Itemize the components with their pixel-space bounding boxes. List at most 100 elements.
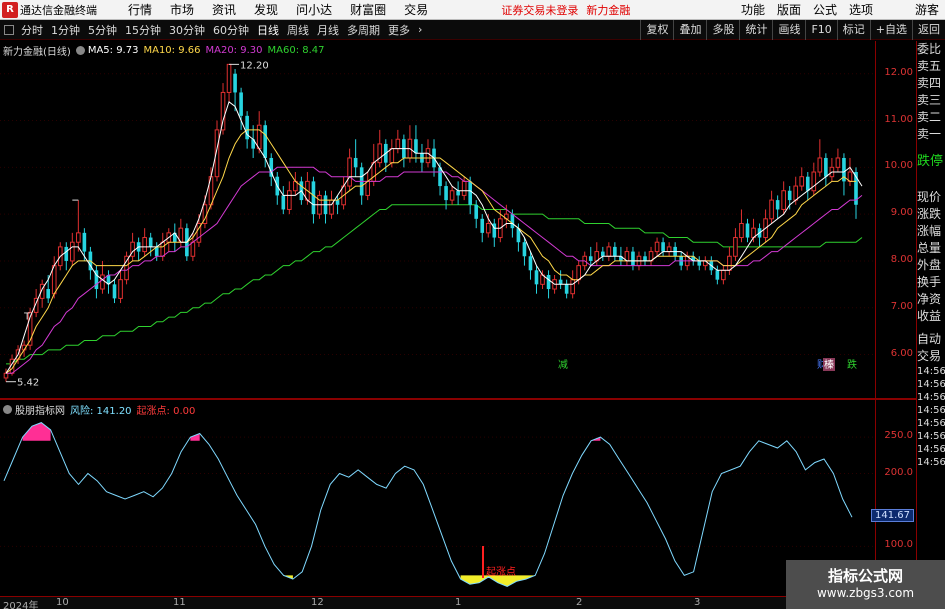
candle-body — [817, 157, 823, 173]
period-intraday[interactable]: 分时 — [17, 22, 47, 38]
menu-ask-assistant[interactable]: 问小达 — [287, 1, 341, 18]
candle — [721, 265, 726, 285]
limit-down-status: 跌停 — [917, 154, 944, 169]
ma60-value: MA60: 8.47 — [267, 45, 325, 56]
candle-body — [256, 124, 262, 150]
period-1min[interactable]: 1分钟 — [47, 22, 84, 38]
stock-name: 新力金融(日线) — [3, 47, 71, 58]
candle — [407, 125, 413, 163]
menu-news[interactable]: 资讯 — [203, 1, 245, 18]
candle — [136, 237, 141, 261]
candle-body — [142, 237, 147, 253]
candle-body — [576, 265, 582, 281]
broker-name[interactable]: 新力金融 — [582, 2, 634, 18]
candle-body — [606, 246, 612, 257]
menu-formula[interactable]: 公式 — [807, 1, 843, 18]
candlestick-chart[interactable]: 12.20 5.42 T 减财榛跌 新力金融(日线) MA5: 9.73 MA10: … — [0, 41, 875, 398]
candle — [76, 200, 81, 252]
period-15min[interactable]: 15分钟 — [121, 22, 165, 38]
period-daily[interactable]: 日线 — [253, 22, 283, 38]
period-weekly[interactable]: 周线 — [283, 22, 313, 38]
menu-guest[interactable]: 游客 — [909, 1, 945, 18]
mark-button[interactable]: 标记 — [836, 20, 870, 40]
quote-panel: 委比 卖五 卖四 卖三 卖二 卖一 跌停 现价 涨跌 涨幅 总量 外盘 换手 净… — [916, 41, 945, 609]
back-button[interactable]: 返回 — [912, 20, 945, 40]
main-grid — [0, 73, 875, 356]
trade-label[interactable]: 交易 — [917, 348, 945, 365]
candle-body — [811, 171, 817, 192]
order-ratio-label: 委比 — [917, 42, 942, 56]
menu-wealth-circle[interactable]: 财富圈 — [341, 1, 395, 18]
candle-body — [239, 92, 243, 116]
menu-discover[interactable]: 发现 — [245, 1, 287, 18]
ask4-label: 卖四 — [917, 76, 942, 90]
statistics-button[interactable]: 统计 — [739, 20, 772, 40]
candle-body — [468, 181, 472, 205]
menu-trade[interactable]: 交易 — [395, 1, 437, 18]
candle-body — [835, 157, 841, 168]
indicator-chart[interactable]: 起涨点 股朋指标网 风险: 141.20 起涨点: 0.00 — [0, 400, 875, 596]
period-60min[interactable]: 60分钟 — [209, 22, 253, 38]
candle-body — [601, 251, 605, 257]
candle-body — [51, 265, 57, 295]
menu-layout[interactable]: 版面 — [771, 1, 807, 18]
indicator-svg[interactable]: 起涨点 — [0, 400, 875, 596]
period-30min[interactable]: 30分钟 — [165, 22, 209, 38]
candle — [64, 242, 69, 271]
menu-options[interactable]: 选项 — [843, 1, 879, 18]
date-axis: 2024年 10 11 12 1 2 3 — [0, 596, 916, 609]
candles-group — [3, 63, 858, 382]
candle-body — [3, 372, 9, 379]
period-monthly[interactable]: 月线 — [313, 22, 343, 38]
price-tick-label: 12.00 — [884, 66, 913, 78]
toolbar-toggle-icon[interactable] — [4, 24, 14, 35]
candlestick-svg[interactable]: 12.205.42T减 财榛跌 — [0, 41, 875, 398]
candle-body — [70, 241, 75, 262]
candle — [449, 186, 455, 205]
overlay-button[interactable]: 叠加 — [673, 20, 706, 40]
candle — [166, 228, 172, 252]
period-5min[interactable]: 5分钟 — [84, 22, 121, 38]
menu-quotes[interactable]: 行情 — [119, 1, 161, 18]
indicator-annotations: 起涨点 — [482, 546, 516, 578]
add-watchlist-button[interactable]: +自选 — [869, 20, 912, 40]
candle — [702, 256, 708, 271]
candle-body — [76, 232, 81, 243]
indicator-settings-icon[interactable] — [3, 405, 12, 414]
adjust-button[interactable]: 复权 — [640, 20, 673, 40]
f10-button[interactable]: F10 — [805, 20, 836, 40]
candle — [643, 251, 647, 266]
period-more[interactable]: 更多 — [384, 22, 414, 38]
candle-body — [781, 190, 786, 210]
legend-settings-icon[interactable] — [75, 46, 85, 55]
candle-body — [347, 157, 352, 187]
tick-time: 14:56 — [917, 405, 945, 416]
draw-line-button[interactable]: 画线 — [772, 20, 805, 40]
trade-login-status[interactable]: 证券交易未登录 — [497, 2, 582, 18]
auto-trade-label[interactable]: 自动 — [917, 331, 945, 348]
price-tick-label: 7.00 — [890, 300, 913, 312]
date-label-jan: 1 — [455, 597, 462, 608]
candle-body — [226, 63, 232, 93]
app-logo: R — [2, 1, 18, 18]
candle — [323, 190, 328, 224]
candle-body — [775, 200, 780, 210]
multi-stock-button[interactable]: 多股 — [706, 20, 739, 40]
indicator-risk: 风险: 141.20 — [70, 406, 132, 417]
date-label-oct: 10 — [56, 597, 69, 608]
candle — [492, 218, 497, 247]
candle — [817, 139, 823, 177]
candle — [613, 242, 617, 261]
candle-body — [377, 143, 383, 164]
indicator-tick-label: 250.0 — [884, 430, 913, 442]
date-label-feb: 2 — [576, 597, 583, 608]
chevron-right-icon[interactable]: › — [414, 23, 426, 36]
candle — [546, 270, 551, 299]
candle — [480, 214, 485, 243]
menu-functions[interactable]: 功能 — [735, 1, 771, 18]
ask1-label: 卖一 — [917, 127, 942, 141]
candle — [172, 223, 177, 252]
watermark-badge: 指标公式网 www.zbgs3.com — [786, 560, 945, 609]
period-multi[interactable]: 多周期 — [343, 22, 384, 38]
menu-market[interactable]: 市场 — [161, 1, 203, 18]
